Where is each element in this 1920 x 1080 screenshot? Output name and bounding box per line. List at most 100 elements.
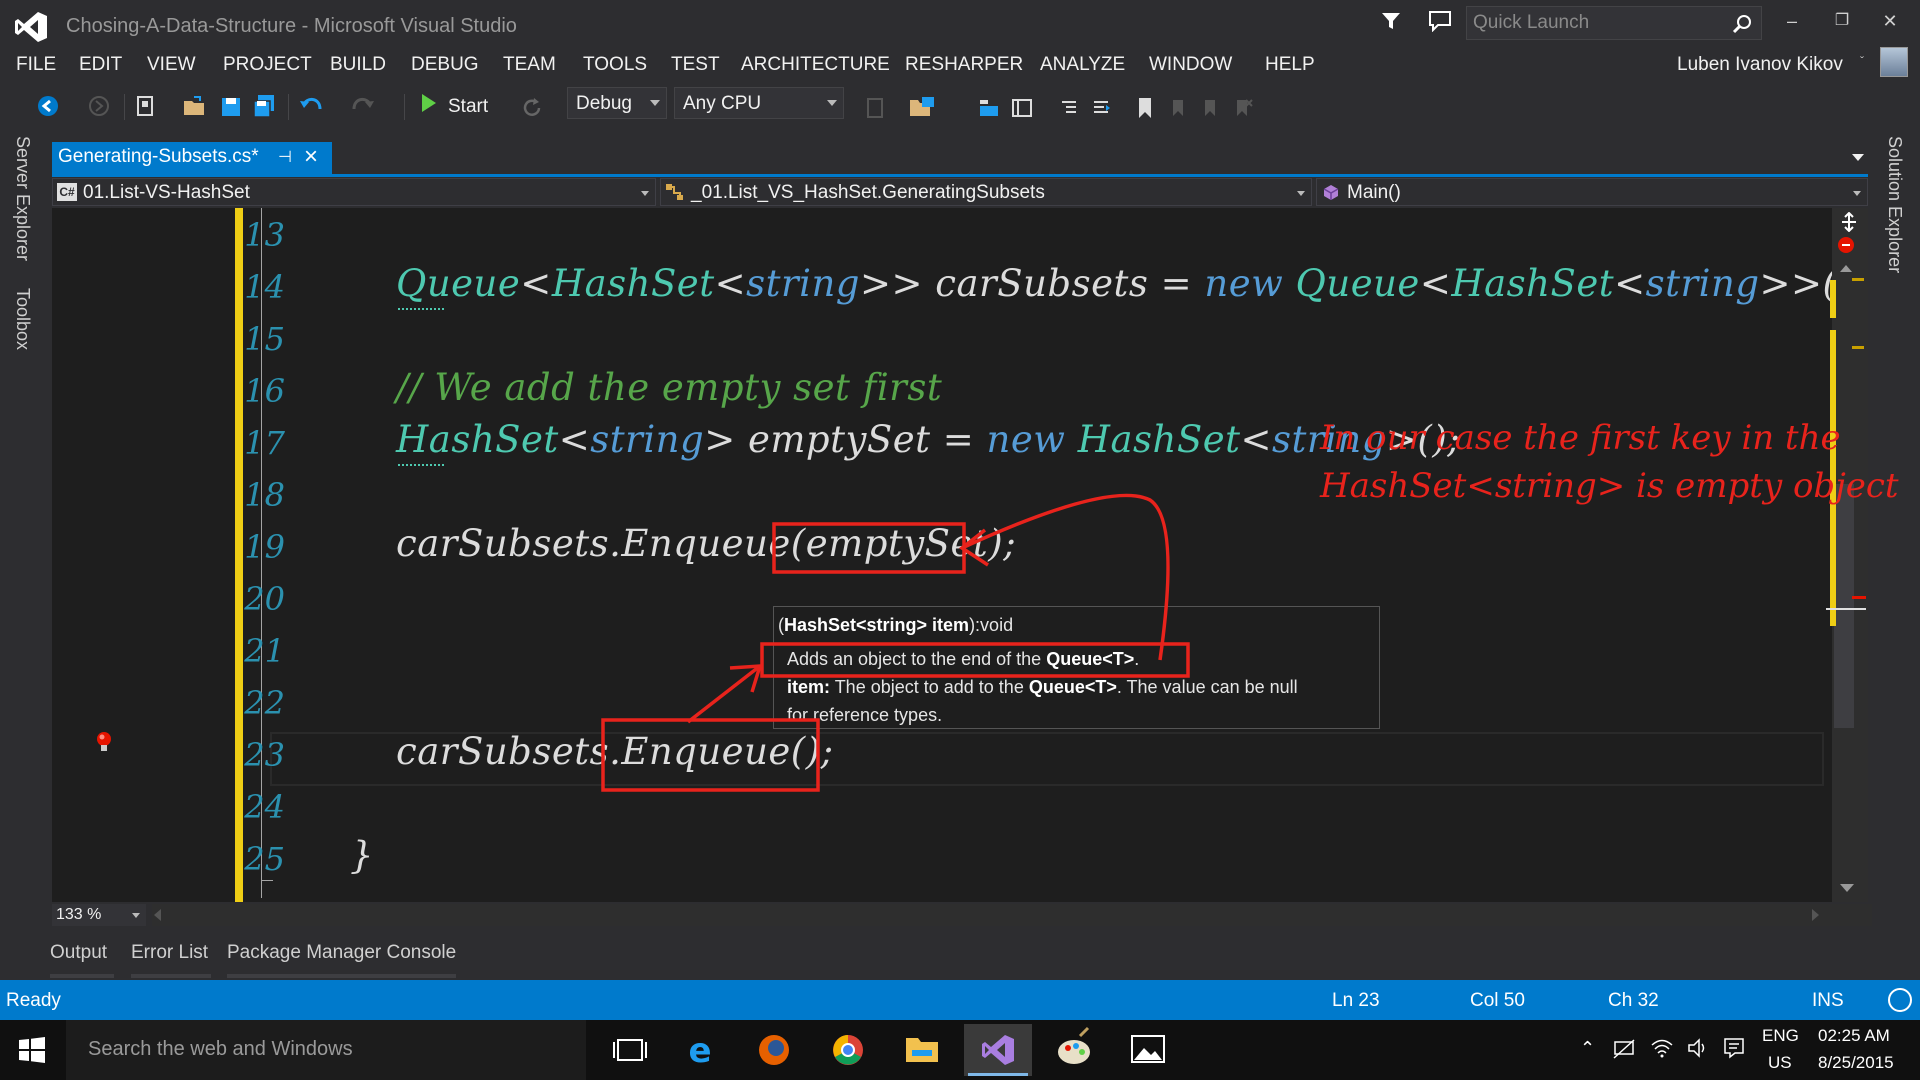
network-icon[interactable] <box>1612 1038 1636 1060</box>
maximize-button[interactable]: ❐ <box>1822 6 1862 36</box>
notifications-icon[interactable] <box>1888 988 1912 1012</box>
paint-icon[interactable] <box>1040 1024 1108 1076</box>
indicator-margin[interactable] <box>52 208 167 902</box>
previous-bookmark-icon[interactable] <box>1168 96 1190 120</box>
start-debugging-icon[interactable] <box>422 94 436 112</box>
scrollbar-thumb[interactable] <box>1834 484 1854 728</box>
horizontal-scrollbar[interactable] <box>152 904 1872 926</box>
indent-icon[interactable] <box>1090 96 1112 120</box>
clear-bookmarks-icon[interactable] <box>1232 96 1254 120</box>
solution-configuration-dropdown[interactable]: Debug <box>567 87 667 119</box>
windows-start-icon[interactable] <box>18 1036 46 1064</box>
project-dropdown[interactable]: C# 01.List-VS-HashSet <box>52 178 656 206</box>
refresh-icon[interactable] <box>520 96 544 120</box>
member-dropdown[interactable]: Main() <box>1316 178 1868 206</box>
clock-time[interactable]: 02:25 AM <box>1818 1026 1890 1046</box>
split-window-icon[interactable] <box>1840 212 1858 232</box>
open-file-icon[interactable] <box>182 93 208 119</box>
document-tab-label: Generating-Subsets.cs* <box>58 146 259 167</box>
menu-team[interactable]: TEAM <box>503 54 556 76</box>
scroll-left-arrow-icon[interactable] <box>154 909 161 921</box>
solution-platform-dropdown[interactable]: Any CPU <box>674 87 844 119</box>
bookmark-icon[interactable] <box>1136 96 1154 120</box>
wifi-icon[interactable] <box>1650 1036 1674 1060</box>
package-manager-console-tab[interactable]: Package Manager Console <box>227 942 456 964</box>
lightbulb-icon[interactable] <box>96 731 112 753</box>
task-view-icon[interactable] <box>596 1024 664 1076</box>
save-all-icon[interactable] <box>252 93 278 119</box>
close-button[interactable]: ✕ <box>1870 6 1910 36</box>
chrome-icon[interactable] <box>814 1024 882 1076</box>
error-indicator-icon[interactable] <box>1838 237 1854 253</box>
quick-launch-box[interactable] <box>1466 6 1762 40</box>
menu-resharper[interactable]: RESHARPER <box>905 54 1023 76</box>
edge-browser-icon[interactable]: e <box>666 1024 734 1076</box>
search-icon[interactable] <box>1731 13 1753 35</box>
menu-build[interactable]: BUILD <box>330 54 386 76</box>
menu-edit[interactable]: EDIT <box>79 54 122 76</box>
outdent-icon[interactable] <box>1058 96 1080 120</box>
menu-help[interactable]: HELP <box>1265 54 1315 76</box>
step-into-icon[interactable] <box>978 96 1000 120</box>
menu-analyze[interactable]: ANALYZE <box>1040 54 1125 76</box>
code-editor[interactable]: 13 14 15 16 17 18 19 20 21 22 23 24 25 Q… <box>52 208 1868 902</box>
find-in-files-icon[interactable] <box>908 94 938 120</box>
file-explorer-icon[interactable] <box>888 1024 956 1076</box>
standard-toolbar <box>0 88 1920 128</box>
start-debugging-button[interactable]: Start <box>448 96 488 118</box>
output-tab[interactable]: Output <box>50 942 107 964</box>
scroll-down-arrow-icon[interactable] <box>1840 884 1854 892</box>
document-tab-generating-subsets[interactable]: Generating-Subsets.cs* ⊣ × <box>52 142 332 176</box>
toolbox-tab[interactable]: Toolbox <box>12 288 33 350</box>
menu-file[interactable]: FILE <box>16 54 56 76</box>
clock-date[interactable]: 8/25/2015 <box>1818 1053 1894 1073</box>
next-bookmark-icon[interactable] <box>1200 96 1222 120</box>
volume-icon[interactable] <box>1686 1036 1710 1060</box>
status-insert-mode[interactable]: INS <box>1812 990 1844 1012</box>
attach-icon[interactable] <box>864 96 886 120</box>
class-icon <box>666 184 683 200</box>
action-center-icon[interactable] <box>1722 1036 1746 1060</box>
menu-tools[interactable]: TOOLS <box>583 54 647 76</box>
code-token: HashSet <box>1077 418 1241 461</box>
save-icon[interactable] <box>220 93 242 119</box>
visual-studio-taskbar-button[interactable] <box>964 1024 1032 1076</box>
menu-view[interactable]: VIEW <box>147 54 196 76</box>
photos-icon[interactable] <box>1114 1024 1182 1076</box>
new-project-icon[interactable] <box>134 93 158 119</box>
input-region[interactable]: US <box>1768 1053 1792 1073</box>
code-line-16-comment: // We add the empty set first <box>396 366 943 409</box>
user-menu-caret[interactable]: ˇ <box>1860 54 1864 68</box>
menu-window[interactable]: WINDOW <box>1149 54 1232 76</box>
error-list-tab[interactable]: Error List <box>131 942 208 964</box>
navigate-forward-icon[interactable] <box>88 93 110 119</box>
close-tab-icon[interactable]: × <box>304 143 318 171</box>
feedback-icon[interactable] <box>1428 10 1452 32</box>
type-dropdown[interactable]: _01.List_VS_HashSet.GeneratingSubsets <box>660 178 1312 206</box>
redo-icon[interactable] <box>350 93 376 119</box>
menu-test[interactable]: TEST <box>671 54 720 76</box>
pin-tab-icon[interactable]: ⊣ <box>278 147 292 167</box>
server-explorer-tab[interactable]: Server Explorer <box>12 136 33 261</box>
input-language[interactable]: ENG <box>1762 1026 1799 1046</box>
avatar[interactable] <box>1880 47 1908 77</box>
user-name[interactable]: Luben Ivanov Kikov <box>1677 54 1843 76</box>
line-number: 22 <box>244 684 285 722</box>
tab-overflow-chevron-icon[interactable] <box>1852 154 1864 161</box>
navigate-back-icon[interactable] <box>36 93 60 119</box>
quick-launch-input[interactable] <box>1467 7 1717 39</box>
firefox-icon[interactable] <box>740 1024 808 1076</box>
solution-explorer-tab[interactable]: Solution Explorer <box>1884 136 1905 273</box>
menu-debug[interactable]: DEBUG <box>411 54 479 76</box>
scroll-up-arrow-icon[interactable] <box>1840 265 1852 272</box>
minimize-button[interactable]: – <box>1772 6 1812 36</box>
undo-icon[interactable] <box>298 93 324 119</box>
menu-architecture[interactable]: ARCHITECTURE <box>741 54 890 76</box>
class-view-icon[interactable] <box>1010 96 1034 120</box>
scrollbar-marker <box>1852 278 1864 281</box>
scroll-right-arrow-icon[interactable] <box>1812 909 1819 921</box>
show-hidden-icons-chevron-icon[interactable]: ⌃ <box>1580 1038 1595 1059</box>
notifications-filter-icon[interactable] <box>1380 10 1402 32</box>
menu-project[interactable]: PROJECT <box>223 54 312 76</box>
taskbar-search-box[interactable]: Search the web and Windows <box>66 1020 586 1080</box>
